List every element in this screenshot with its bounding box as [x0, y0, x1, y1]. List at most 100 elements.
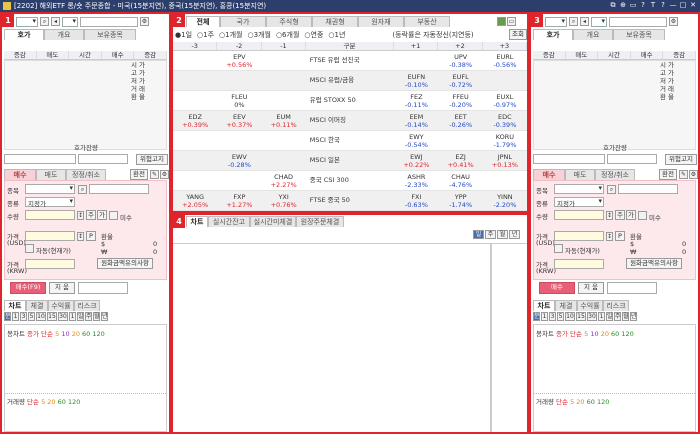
stock-combo[interactable]: [25, 184, 75, 194]
tab-chart[interactable]: 차트: [533, 300, 555, 311]
price-usd-input[interactable]: [554, 231, 604, 241]
etf-cell-m3[interactable]: YANG +2.05%: [173, 193, 217, 209]
gear-icon[interactable]: ⚙: [160, 170, 169, 179]
password-input[interactable]: [607, 154, 657, 164]
clear-button[interactable]: 지 움: [578, 282, 604, 294]
price-stepper[interactable]: ↕: [77, 232, 84, 241]
etf-ticker[interactable]: CHAU: [439, 173, 483, 181]
etf-cell-p1[interactable]: ASHR -2.33%: [394, 173, 438, 189]
etf-ticker[interactable]: YPP: [439, 193, 483, 201]
etf-ticker[interactable]: FLEU: [217, 93, 261, 101]
etf-ticker[interactable]: UPV: [439, 53, 483, 61]
qty-stepper[interactable]: ↕: [606, 211, 613, 220]
etf-ticker[interactable]: EET: [439, 113, 483, 121]
stock-code-input[interactable]: [609, 16, 667, 27]
etf-ticker[interactable]: EZJ: [439, 153, 483, 161]
share-button[interactable]: 주: [615, 210, 625, 220]
window-icon[interactable]: ▭: [507, 17, 516, 26]
tab-live-balance[interactable]: 실시간잔고: [208, 216, 250, 227]
etf-ticker[interactable]: EUXL: [483, 93, 527, 101]
period-15[interactable]: 15: [47, 312, 57, 321]
etf-cell-p2[interactable]: EET -0.26%: [439, 113, 483, 129]
etf-cell-p2[interactable]: EZJ +0.41%: [439, 153, 483, 169]
etf-ticker[interactable]: YXI: [262, 193, 306, 201]
tab-modify-cancel[interactable]: 정정/취소: [66, 169, 106, 180]
period-month[interactable]: 월: [497, 230, 508, 239]
tab-bond[interactable]: 채권형: [312, 16, 358, 27]
risk-notice-button[interactable]: 위험고지: [136, 154, 168, 165]
unmarked-checkbox[interactable]: [109, 211, 118, 220]
tab-fills[interactable]: 체결: [26, 300, 48, 311]
etf-cell-m1[interactable]: EUM +0.11%: [262, 113, 306, 129]
etf-cell-p1[interactable]: EWY -0.54%: [394, 133, 438, 149]
clear-button[interactable]: 지 움: [49, 282, 75, 294]
submit-buy-button[interactable]: 매수(F9): [10, 282, 46, 294]
etf-cell-p3[interactable]: EUXL -0.97%: [483, 93, 527, 109]
tab-sell[interactable]: 매도: [565, 169, 595, 180]
main-chart-area[interactable]: [173, 243, 491, 432]
etf-cell-m2[interactable]: EPV +0.56%: [217, 53, 261, 69]
period-minute[interactable]: 분: [4, 312, 11, 321]
period-week[interactable]: 주: [485, 230, 496, 239]
tab-live-unfilled[interactable]: 실시간미체결: [250, 216, 296, 227]
etf-cell-p1[interactable]: EEM -0.14%: [394, 113, 438, 129]
period-month[interactable]: 월: [93, 312, 100, 321]
tab-chart[interactable]: 차트: [186, 216, 208, 227]
info-icon[interactable]: ?: [659, 1, 667, 10]
etf-cell-m3[interactable]: EDZ +0.39%: [173, 113, 217, 129]
order-type-select[interactable]: 지정가: [554, 197, 604, 208]
mini-chart[interactable]: 봉차트 종가 단순 5 10 20 60 120 거래량 단순 5 20 60 …: [533, 324, 696, 432]
nav-combo[interactable]: [591, 16, 607, 27]
period-5[interactable]: 5: [28, 312, 35, 321]
pin-icon[interactable]: ⊕: [619, 1, 627, 10]
etf-cell-p3[interactable]: YINN -2.20%: [483, 193, 527, 209]
settings-icon[interactable]: ⚙: [669, 17, 678, 26]
tab-buy[interactable]: 매수: [4, 169, 36, 180]
period-1[interactable]: 1: [12, 312, 19, 321]
etf-ticker[interactable]: EUFL: [439, 73, 483, 81]
stock-code-input[interactable]: [80, 16, 138, 27]
account-combo[interactable]: [533, 154, 605, 164]
etf-cell-p1[interactable]: FEZ -0.11%: [394, 93, 438, 109]
risk-notice-button[interactable]: 위험고지: [665, 154, 697, 165]
period-day[interactable]: 일: [606, 312, 613, 321]
etf-ticker[interactable]: FXP: [217, 193, 261, 201]
etf-ticker[interactable]: EEM: [394, 113, 438, 121]
quantity-input[interactable]: [25, 210, 75, 220]
tab-hoga[interactable]: 호가: [4, 29, 44, 40]
period-1b[interactable]: 1: [598, 312, 605, 321]
tab-all[interactable]: 전체: [186, 16, 220, 27]
stock-combo[interactable]: [554, 184, 604, 194]
tab-risk[interactable]: 리스크: [603, 300, 629, 311]
etf-ticker[interactable]: EURL: [483, 53, 527, 61]
speaker-icon[interactable]: ◂: [580, 17, 589, 26]
settings-icon[interactable]: ⚙: [140, 17, 149, 26]
etf-cell-p1[interactable]: EUFN -0.10%: [394, 73, 438, 89]
krw-notice-button[interactable]: 원화금액유의사항: [626, 258, 682, 269]
etf-cell-p2[interactable]: EUFL -0.72%: [439, 73, 483, 89]
quantity-input[interactable]: [554, 210, 604, 220]
tab-return[interactable]: 수익률: [48, 300, 74, 311]
period-30[interactable]: 30: [58, 312, 68, 321]
etf-cell-p1[interactable]: FXI -0.63%: [394, 193, 438, 209]
grid-view-icon[interactable]: [497, 17, 506, 26]
radio-1w[interactable]: ○1주: [197, 30, 214, 40]
period-week[interactable]: 주: [614, 312, 621, 321]
etf-ticker[interactable]: EEV: [217, 113, 261, 121]
price-usd-input[interactable]: [25, 231, 75, 241]
tab-commodity[interactable]: 원자재: [358, 16, 404, 27]
etf-ticker[interactable]: EWV: [217, 153, 261, 161]
tab-country[interactable]: 국가: [220, 16, 266, 27]
etf-cell-m1[interactable]: CHAD +2.27%: [262, 173, 306, 189]
etf-cell-p3[interactable]: EDC -0.39%: [483, 113, 527, 129]
tab-chart[interactable]: 차트: [4, 300, 26, 311]
share-button[interactable]: 주: [86, 210, 96, 220]
password-input[interactable]: [78, 154, 128, 164]
period-10[interactable]: 10: [565, 312, 575, 321]
etf-cell-p3[interactable]: KORU -1.79%: [483, 133, 527, 149]
p-button[interactable]: P: [615, 231, 625, 241]
tab-fills[interactable]: 체결: [555, 300, 577, 311]
tab-modify-cancel[interactable]: 정정/취소: [595, 169, 635, 180]
etf-ticker[interactable]: FEZ: [394, 93, 438, 101]
etf-cell-p3[interactable]: EURL -0.56%: [483, 53, 527, 69]
